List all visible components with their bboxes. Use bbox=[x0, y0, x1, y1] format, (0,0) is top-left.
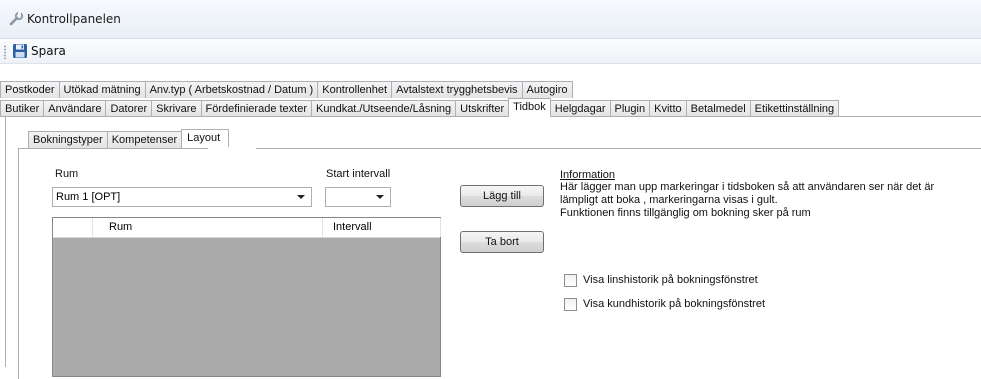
tab-avtalstext[interactable]: Avtalstext trygghetsbevis bbox=[391, 81, 523, 98]
linshistorik-checkbox[interactable] bbox=[564, 274, 577, 287]
tab-autogiro[interactable]: Autogiro bbox=[521, 81, 573, 98]
info-line-2: lämpligt att boka , markeringarna visas … bbox=[560, 194, 778, 206]
kundhistorik-checkbox[interactable] bbox=[564, 298, 577, 311]
subtab-layout[interactable]: Layout bbox=[181, 129, 230, 148]
chevron-down-icon bbox=[376, 195, 384, 199]
tab-row-2: Butiker Användare Datorer Skrivare Förde… bbox=[0, 98, 840, 117]
tab-kontrollenhet[interactable]: Kontrollenhet bbox=[317, 81, 393, 98]
save-button[interactable]: Spara bbox=[9, 41, 70, 61]
window-title: Kontrollpanelen bbox=[27, 12, 121, 26]
tab-datorer[interactable]: Datorer bbox=[105, 100, 153, 117]
chevron-down-icon bbox=[297, 195, 305, 199]
tab-fordefinierade-texter[interactable]: Fördefinierade texter bbox=[200, 100, 312, 117]
floppy-disk-icon bbox=[13, 44, 27, 58]
information-heading: Information bbox=[560, 169, 616, 181]
room-select-value: Rum 1 [OPT] bbox=[56, 191, 121, 203]
tab-butiker[interactable]: Butiker bbox=[0, 100, 45, 117]
info-line-3: Funktionen finns tillgänglig om bokning … bbox=[560, 207, 811, 219]
grid-column-rum[interactable]: Rum bbox=[93, 218, 323, 237]
toolbar-grip[interactable] bbox=[4, 45, 6, 59]
grid-header: Rum Intervall bbox=[53, 218, 441, 238]
tab-tidbok[interactable]: Tidbok bbox=[508, 98, 551, 117]
tab-anvandare[interactable]: Användare bbox=[43, 100, 107, 117]
wrench-icon bbox=[9, 11, 24, 26]
info-line-1: Här lägger man upp markeringar i tidsbok… bbox=[560, 181, 935, 193]
kundhistorik-label[interactable]: Visa kundhistorik på bokningsfönstret bbox=[583, 298, 765, 310]
tab-betalmedel[interactable]: Betalmedel bbox=[685, 100, 751, 117]
save-button-label: Spara bbox=[31, 44, 66, 58]
room-label: Rum bbox=[55, 168, 79, 180]
grid-column-intervall[interactable]: Intervall bbox=[323, 218, 441, 237]
grid-row-header-corner bbox=[53, 218, 93, 237]
tab-utokad-matning[interactable]: Utökad mätning bbox=[58, 81, 146, 98]
subtab-row: Bokningstyper Kompetenser Layout bbox=[28, 129, 230, 148]
tab-helgdagar[interactable]: Helgdagar bbox=[549, 100, 611, 117]
subtab-kompetenser[interactable]: Kompetenser bbox=[106, 131, 183, 148]
room-interval-grid[interactable]: Rum Intervall bbox=[52, 217, 441, 377]
tab-kundkat[interactable]: Kundkat./Utseende/Låsning bbox=[311, 100, 457, 117]
tab-skrivare[interactable]: Skrivare bbox=[151, 100, 202, 117]
tab-row-1: Postkoder Utökad mätning Anv.typ ( Arbet… bbox=[0, 79, 573, 98]
subtab-bokningstyper[interactable]: Bokningstyper bbox=[28, 131, 108, 148]
remove-button[interactable]: Ta bort bbox=[460, 231, 544, 253]
room-select[interactable]: Rum 1 [OPT] bbox=[52, 187, 312, 207]
linshistorik-label[interactable]: Visa linshistorik på bokningsfönstret bbox=[583, 274, 758, 286]
selected-subtab-gap bbox=[208, 147, 256, 149]
start-interval-label: Start intervall bbox=[326, 168, 391, 180]
start-interval-select[interactable] bbox=[325, 187, 391, 207]
tab-utskrifter[interactable]: Utskrifter bbox=[455, 100, 510, 117]
add-button[interactable]: Lägg till bbox=[460, 185, 544, 207]
tab-anv-typ[interactable]: Anv.typ ( Arbetskostnad / Datum ) bbox=[144, 81, 319, 98]
window-title-bar bbox=[0, 0, 981, 39]
tab-kvitto[interactable]: Kvitto bbox=[649, 100, 687, 117]
tab-plugin[interactable]: Plugin bbox=[609, 100, 651, 117]
tab-etikettinstallning[interactable]: Etikettinställning bbox=[749, 100, 840, 117]
tab-postkoder[interactable]: Postkoder bbox=[0, 81, 60, 98]
toolbar bbox=[0, 39, 981, 64]
